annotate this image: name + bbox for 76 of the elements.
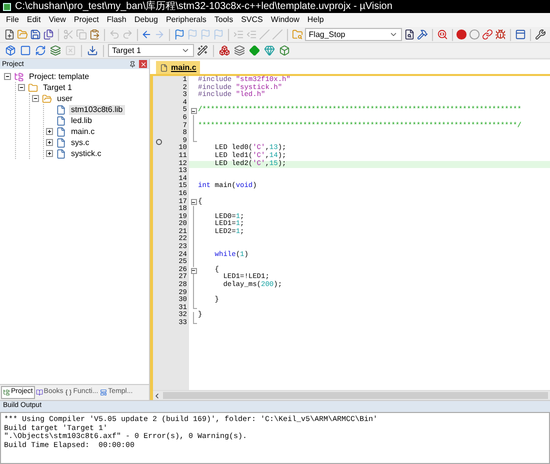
expander-box[interactable] xyxy=(32,95,39,102)
menu-item[interactable]: Peripherals xyxy=(162,14,210,26)
dropdown-caret-icon xyxy=(388,30,398,39)
menu-item[interactable]: Tools xyxy=(210,14,238,26)
tree-item[interactable]: sys.c xyxy=(69,138,92,148)
flag-icon[interactable] xyxy=(174,28,186,41)
save-icon[interactable] xyxy=(30,28,41,41)
download-icon[interactable] xyxy=(86,44,99,57)
link-icon[interactable] xyxy=(482,28,494,41)
boxes-icon[interactable] xyxy=(218,44,231,57)
pin-icon[interactable] xyxy=(129,60,136,68)
fold-box[interactable] xyxy=(190,268,196,274)
gem-icon[interactable] xyxy=(263,44,276,57)
empty-circle-icon[interactable] xyxy=(469,28,480,41)
folder-icon xyxy=(28,82,38,92)
fold-box[interactable] xyxy=(190,199,196,206)
file-icon xyxy=(56,126,66,136)
project-tab-icon xyxy=(3,389,10,396)
app-icon xyxy=(3,2,11,10)
menu-item[interactable]: Help xyxy=(303,14,328,26)
breakpoint-icon[interactable] xyxy=(456,28,468,41)
tree-item[interactable]: user xyxy=(55,94,75,104)
tree-item[interactable]: stm103c8t6.lib xyxy=(69,104,125,114)
project-icon xyxy=(14,72,24,82)
tree-item[interactable]: systick.c xyxy=(69,148,104,158)
menu-item[interactable]: Debug xyxy=(130,14,162,26)
window-title: C:\chushan\pro_test\my_ban\库历程\stm32-103c8x-c++led\template.uvprojx - µVision xyxy=(15,0,392,12)
menu-item[interactable]: Window xyxy=(266,14,304,26)
save-all-icon[interactable] xyxy=(43,28,54,41)
layers-icon[interactable] xyxy=(233,44,246,57)
expander-box[interactable] xyxy=(46,139,53,146)
close-button[interactable] xyxy=(139,60,147,68)
paste-icon[interactable] xyxy=(88,28,100,41)
menu-item[interactable]: Project xyxy=(70,14,103,26)
tree-item[interactable]: main.c xyxy=(69,126,97,136)
tree-item[interactable]: Project: template xyxy=(27,72,92,82)
file-icon xyxy=(56,148,66,158)
dropdown[interactable]: Flag_Stop xyxy=(304,28,402,41)
expander-box[interactable] xyxy=(18,84,25,91)
wrench-icon[interactable] xyxy=(535,28,546,41)
tree-item[interactable]: Target 1 xyxy=(41,82,74,92)
menu-item[interactable]: View xyxy=(44,14,70,26)
menu-item[interactable]: SVCS xyxy=(237,14,267,26)
expander-box[interactable] xyxy=(46,150,53,157)
batch-build-icon[interactable] xyxy=(49,44,62,57)
box-icon[interactable] xyxy=(278,44,291,57)
window-icon[interactable] xyxy=(515,28,526,41)
fold-box[interactable] xyxy=(190,108,196,114)
braces-icon xyxy=(65,389,72,396)
scroll-left-icon[interactable] xyxy=(153,392,161,400)
file-icon xyxy=(160,64,168,72)
diamond-icon[interactable] xyxy=(248,44,261,57)
scrollbar-thumb[interactable] xyxy=(163,392,548,399)
menu-item[interactable]: File xyxy=(2,14,23,26)
debug-icon[interactable] xyxy=(436,28,448,41)
dropdown[interactable]: Target 1 xyxy=(108,44,194,57)
dropdown-caret-icon xyxy=(181,46,190,55)
expander-box[interactable] xyxy=(4,73,11,80)
find-icon[interactable] xyxy=(404,28,415,41)
file-icon xyxy=(56,138,66,148)
magic-wand-icon[interactable] xyxy=(196,44,209,57)
hammer-icon[interactable] xyxy=(416,28,428,41)
menu-item[interactable]: Edit xyxy=(22,14,45,26)
editor-tab[interactable]: main.c xyxy=(156,61,200,74)
menu-item[interactable]: Flash xyxy=(102,14,130,26)
bug-icon[interactable] xyxy=(495,28,506,41)
file-icon xyxy=(56,116,66,126)
folder-icon xyxy=(42,94,52,104)
back-arrow-icon[interactable] xyxy=(141,28,152,41)
rebuild-icon[interactable] xyxy=(34,44,47,57)
template-icon xyxy=(100,389,108,396)
tree-item[interactable]: led.lib xyxy=(69,116,94,126)
file-icon xyxy=(56,104,66,114)
expander-box[interactable] xyxy=(46,128,53,135)
book-icon xyxy=(36,389,43,396)
new-file-icon[interactable] xyxy=(4,28,15,41)
